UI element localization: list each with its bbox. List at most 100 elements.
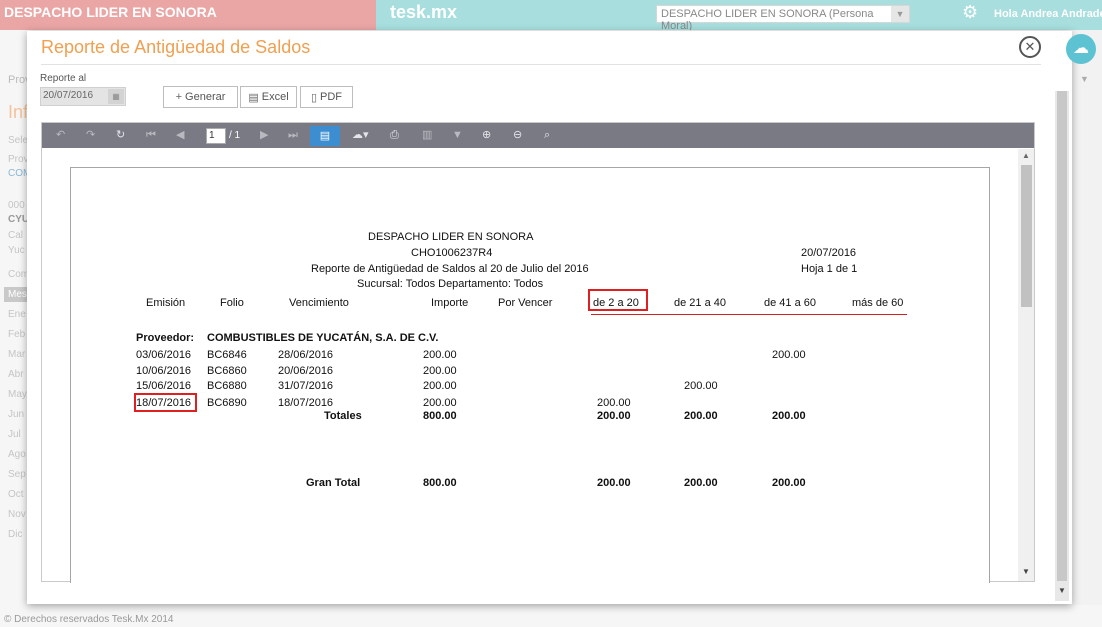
- search-icon[interactable]: ⌕: [544, 129, 550, 141]
- calendar-icon[interactable]: ▦: [108, 89, 124, 104]
- top-bar: DESPACHO LIDER EN SONORA tesk.mx DESPACH…: [0, 0, 1102, 32]
- bg-label: 000: [8, 200, 25, 211]
- generar-label: Generar: [185, 91, 226, 103]
- undo-icon[interactable]: ↶: [56, 129, 65, 141]
- table-cell: 200.00: [772, 349, 806, 361]
- company-select-value: DESPACHO LIDER EN SONORA (Persona Moral): [661, 8, 874, 32]
- report-date-input[interactable]: 20/07/2016 ▦: [40, 87, 126, 106]
- viewer-toolbar: ↶ ↷ ↻ ⏮ ◀ 1 / 1 ▶ ⏭ ▤ ☁▾ ⎙ ▥ ▼ ⊕ ⊖ ⌕: [42, 123, 1034, 148]
- excel-label: Excel: [261, 91, 289, 103]
- highlight-box: [134, 393, 197, 412]
- report-title: Reporte de Antigüedad de Saldos al 20 de…: [311, 263, 589, 275]
- scrollbar-thumb[interactable]: [1057, 91, 1067, 581]
- bg-label: Jun: [8, 409, 25, 420]
- plus-icon: +: [175, 91, 183, 103]
- zoom-in-icon[interactable]: ⊕: [482, 129, 491, 141]
- company-name: DESPACHO LIDER EN SONORA: [0, 0, 376, 30]
- grand-total-cell: 200.00: [597, 477, 631, 489]
- report-date: 20/07/2016: [801, 247, 857, 259]
- excel-file-icon: ▤: [248, 91, 259, 104]
- zoom-out-icon[interactable]: ⊖: [513, 129, 522, 141]
- pdf-file-icon: ▯: [310, 91, 318, 104]
- totals-cell: 200.00: [684, 410, 718, 422]
- grand-total-label: Gran Total: [306, 477, 361, 489]
- divider: [41, 64, 1041, 65]
- brand-logo[interactable]: tesk.mx: [390, 2, 457, 23]
- first-page-icon[interactable]: ⏮: [146, 129, 156, 141]
- bg-label: Comp: [8, 269, 28, 280]
- excel-button[interactable]: ▤ Excel: [240, 86, 297, 108]
- table-cell: 200.00: [423, 380, 457, 392]
- bg-label: Prove: [8, 154, 28, 165]
- table-cell: 200.00: [423, 365, 457, 377]
- bg-label: Prov: [8, 74, 28, 86]
- viewer-scrollbar[interactable]: ▲ ▼: [1018, 149, 1034, 581]
- table-cell: 28/06/2016: [278, 349, 334, 361]
- previous-page-icon[interactable]: ◀: [176, 129, 184, 141]
- bg-label: Mes: [4, 287, 28, 302]
- table-cell: BC6860: [207, 365, 247, 377]
- bg-label: Ago: [8, 449, 26, 460]
- bg-label: Dic: [8, 529, 23, 540]
- table-cell: 10/06/2016: [136, 365, 192, 377]
- gear-icon[interactable]: ⚙: [962, 2, 978, 23]
- chevron-down-icon[interactable]: ▼: [891, 6, 909, 22]
- scrollbar-thumb[interactable]: [1021, 165, 1032, 307]
- bg-label: COM: [8, 168, 28, 179]
- cloud-export-icon[interactable]: ☁▾: [352, 129, 369, 141]
- last-page-icon[interactable]: ⏭: [288, 129, 298, 141]
- report-page: DESPACHO LIDER EN SONORA CHO1006237R4 20…: [70, 167, 990, 583]
- generar-button[interactable]: + Generar: [163, 86, 238, 108]
- bg-label: Feb: [8, 329, 26, 340]
- bg-label: Selec: [8, 135, 28, 146]
- scroll-up-icon[interactable]: ▲: [1022, 151, 1030, 160]
- table-cell: 200.00: [684, 380, 718, 392]
- chevron-down-icon: ▼: [1080, 74, 1089, 84]
- highlight-box: [588, 289, 648, 311]
- bg-label: Yuc: [8, 245, 25, 256]
- table-cell: 200.00: [423, 397, 457, 409]
- scroll-down-icon[interactable]: ▼: [1022, 567, 1030, 576]
- pdf-label: PDF: [320, 91, 343, 103]
- provider-label: Proveedor:: [136, 332, 195, 344]
- grand-total-cell: 800.00: [423, 477, 457, 489]
- report-modal: Reporte de Antigüedad de Saldos ✕ Report…: [27, 31, 1072, 604]
- grand-total-cell: 200.00: [684, 477, 718, 489]
- pdf-button[interactable]: ▯ PDF: [300, 86, 353, 108]
- page-number-input[interactable]: 1: [206, 128, 226, 144]
- company-select[interactable]: DESPACHO LIDER EN SONORA (Persona Moral)…: [656, 5, 910, 32]
- report-viewer: ↶ ↷ ↻ ⏮ ◀ 1 / 1 ▶ ⏭ ▤ ☁▾ ⎙ ▥ ▼ ⊕ ⊖ ⌕ ▲ ▼…: [41, 122, 1035, 583]
- table-cell: BC6890: [207, 397, 247, 409]
- background-right-panel: ▼: [1072, 30, 1102, 605]
- column-header: Folio: [220, 297, 244, 309]
- column-header: Emisión: [146, 297, 186, 309]
- close-icon[interactable]: ✕: [1019, 36, 1041, 58]
- scroll-down-icon[interactable]: ▼: [1058, 586, 1066, 595]
- document-icon[interactable]: ▤: [310, 126, 340, 146]
- layout-icon[interactable]: ▥: [422, 129, 432, 141]
- column-header: de 41 a 60: [764, 297, 816, 309]
- refresh-icon[interactable]: ↻: [116, 129, 125, 141]
- modal-scrollbar[interactable]: ▼: [1055, 91, 1069, 601]
- next-page-icon[interactable]: ▶: [260, 129, 268, 141]
- redo-icon[interactable]: ↷: [86, 129, 95, 141]
- table-cell: 20/06/2016: [278, 365, 334, 377]
- table-cell: BC6846: [207, 349, 247, 361]
- cloud-icon[interactable]: ☁: [1066, 34, 1096, 64]
- table-cell: 31/07/2016: [278, 380, 334, 392]
- report-company: DESPACHO LIDER EN SONORA: [368, 231, 534, 243]
- table-cell: 18/07/2016: [278, 397, 334, 409]
- bg-label: Sep: [8, 469, 26, 480]
- filter-icon[interactable]: ▼: [452, 129, 463, 141]
- provider-name: COMBUSTIBLES DE YUCATÁN, S.A. DE C.V.: [207, 332, 439, 344]
- footer-copyright: © Derechos reservados Tesk.Mx 2014: [4, 614, 174, 625]
- report-date-label: Reporte al: [40, 73, 87, 84]
- totals-cell: 200.00: [772, 410, 806, 422]
- bg-label: Mar: [8, 349, 26, 360]
- totals-cell: 800.00: [423, 410, 457, 422]
- report-rfc: CHO1006237R4: [411, 247, 493, 259]
- bg-label: Cal: [8, 230, 24, 241]
- modal-title: Reporte de Antigüedad de Saldos: [41, 37, 311, 57]
- user-greeting[interactable]: Hola Andrea Andrade: [994, 8, 1102, 20]
- print-icon[interactable]: ⎙: [390, 129, 399, 141]
